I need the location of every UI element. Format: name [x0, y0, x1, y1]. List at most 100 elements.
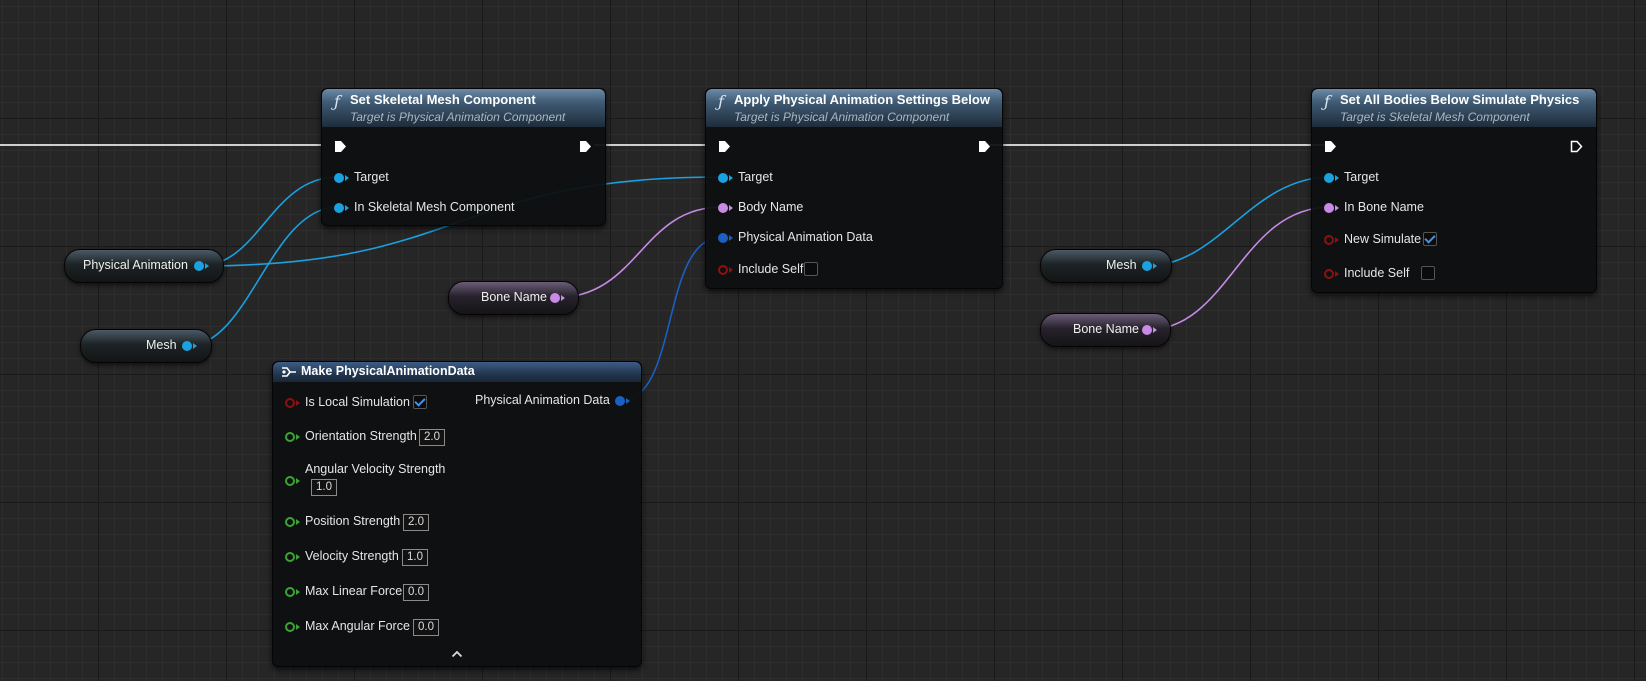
- target-pin-label: Target: [1344, 170, 1379, 184]
- in-bone-name-pin[interactable]: [1324, 203, 1334, 213]
- angular-velocity-strength-input[interactable]: 1.0: [311, 479, 337, 496]
- node-apply-physical-animation-settings[interactable]: ƒ Apply Physical Animation Settings Belo…: [705, 88, 1003, 289]
- exec-out-pin[interactable]: [978, 140, 991, 153]
- node-header[interactable]: ƒ Set All Bodies Below Simulate Physics …: [1312, 89, 1596, 127]
- pin-arrow-icon: [1153, 327, 1157, 333]
- orientation-strength-pin[interactable]: [285, 432, 295, 442]
- exec-in-pin[interactable]: [1324, 140, 1337, 153]
- function-icon: ƒ: [1324, 92, 1330, 111]
- node-header[interactable]: Make PhysicalAnimationData: [273, 362, 641, 382]
- node-title: Set All Bodies Below Simulate Physics: [1340, 92, 1580, 107]
- variable-output-pin[interactable]: [194, 261, 204, 271]
- velocity-strength-pin[interactable]: [285, 552, 295, 562]
- node-subtitle: Target is Physical Animation Component: [350, 110, 566, 124]
- include-self-checkbox[interactable]: [1421, 266, 1435, 280]
- target-pin-label: Target: [738, 170, 773, 184]
- target-pin[interactable]: [334, 173, 344, 183]
- position-strength-input[interactable]: 2.0: [403, 514, 429, 531]
- physical-animation-data-output-pin[interactable]: [615, 396, 625, 406]
- pin-arrow-icon: [296, 589, 300, 595]
- node-set-skeletal-mesh-component[interactable]: ƒ Set Skeletal Mesh Component Target is …: [321, 88, 606, 226]
- node-title: Set Skeletal Mesh Component: [350, 92, 536, 107]
- angular-velocity-strength-pin[interactable]: [285, 476, 295, 486]
- variable-bone-name[interactable]: Bone Name: [448, 281, 579, 315]
- variable-mesh[interactable]: Mesh: [80, 329, 212, 363]
- node-subtitle: Target is Physical Animation Component: [734, 110, 950, 124]
- pin-arrow-icon: [729, 235, 733, 241]
- variable-bone-name-right[interactable]: Bone Name: [1040, 313, 1171, 347]
- physical-animation-data-pin-label: Physical Animation Data: [738, 230, 873, 244]
- node-make-physical-animation-data[interactable]: Make PhysicalAnimationData Is Local Simu…: [272, 361, 642, 667]
- object-wire: [198, 176, 339, 267]
- exec-out-pin[interactable]: [579, 140, 592, 153]
- pin-arrow-icon: [626, 398, 630, 404]
- pin-arrow-icon: [729, 175, 733, 181]
- target-pin-label: Target: [354, 170, 389, 184]
- variable-label: Mesh: [146, 338, 177, 352]
- collapse-chevron-up-icon[interactable]: [451, 650, 463, 658]
- target-pin[interactable]: [718, 173, 728, 183]
- exec-in-pin[interactable]: [718, 140, 731, 153]
- node-title: Make PhysicalAnimationData: [301, 364, 475, 378]
- node-set-all-bodies-below-simulate-physics[interactable]: ƒ Set All Bodies Below Simulate Physics …: [1311, 88, 1597, 293]
- is-local-simulation-checkbox[interactable]: [413, 395, 427, 409]
- include-self-pin[interactable]: [1324, 269, 1334, 279]
- pin-arrow-icon: [345, 205, 349, 211]
- object-wire: [1145, 176, 1332, 267]
- velocity-strength-label: Velocity Strength: [305, 549, 399, 563]
- node-header[interactable]: ƒ Set Skeletal Mesh Component Target is …: [322, 89, 605, 127]
- node-subtitle: Target is Skeletal Mesh Component: [1340, 110, 1530, 124]
- pin-arrow-icon: [1335, 205, 1339, 211]
- pin-arrow-icon: [193, 343, 197, 349]
- variable-label: Bone Name: [481, 290, 548, 304]
- pin-arrow-icon: [561, 295, 565, 301]
- variable-mesh-right[interactable]: Mesh: [1040, 249, 1172, 283]
- include-self-checkbox[interactable]: [804, 262, 818, 276]
- pin-arrow-icon: [296, 478, 300, 484]
- max-linear-force-label: Max Linear Force: [305, 584, 403, 598]
- max-linear-force-input[interactable]: 0.0: [403, 584, 429, 601]
- include-self-pin[interactable]: [718, 265, 728, 275]
- exec-out-pin[interactable]: [1570, 140, 1583, 153]
- pin-arrow-icon: [729, 205, 733, 211]
- variable-output-pin[interactable]: [1142, 261, 1152, 271]
- variable-output-pin[interactable]: [1142, 325, 1152, 335]
- orientation-strength-input[interactable]: 2.0: [419, 429, 445, 446]
- exec-in-pin[interactable]: [334, 140, 347, 153]
- target-pin[interactable]: [1324, 173, 1334, 183]
- pin-arrow-icon: [205, 263, 209, 269]
- pin-arrow-icon: [296, 400, 300, 406]
- name-wire: [1145, 206, 1332, 331]
- pin-arrow-icon: [296, 519, 300, 525]
- variable-label: Mesh: [1106, 258, 1137, 272]
- is-local-simulation-pin[interactable]: [285, 398, 295, 408]
- physical-animation-data-pin[interactable]: [718, 233, 728, 243]
- include-self-pin-label: Include Self: [1344, 266, 1410, 280]
- pin-arrow-icon: [1335, 237, 1339, 243]
- variable-output-pin[interactable]: [182, 341, 192, 351]
- pin-arrow-icon: [296, 624, 300, 630]
- new-simulate-pin[interactable]: [1324, 235, 1334, 245]
- function-icon: ƒ: [334, 92, 340, 111]
- pin-arrow-icon: [1335, 175, 1339, 181]
- pin-arrow-icon: [345, 175, 349, 181]
- in-skeletal-mesh-pin[interactable]: [334, 203, 344, 213]
- orientation-strength-label: Orientation Strength: [305, 429, 417, 443]
- position-strength-pin[interactable]: [285, 517, 295, 527]
- function-icon: ƒ: [718, 92, 724, 111]
- new-simulate-checkbox[interactable]: [1423, 232, 1437, 246]
- body-name-pin-label: Body Name: [738, 200, 804, 214]
- max-angular-force-label: Max Angular Force: [305, 619, 410, 633]
- variable-physical-animation[interactable]: Physical Animation: [64, 249, 224, 283]
- max-angular-force-input[interactable]: 0.0: [413, 619, 439, 636]
- max-angular-force-pin[interactable]: [285, 622, 295, 632]
- node-header[interactable]: ƒ Apply Physical Animation Settings Belo…: [706, 89, 1002, 127]
- is-local-simulation-label: Is Local Simulation: [305, 395, 410, 409]
- max-linear-force-pin[interactable]: [285, 587, 295, 597]
- physical-animation-data-output-label: Physical Animation Data: [475, 393, 610, 407]
- node-title: Apply Physical Animation Settings Below: [734, 92, 990, 107]
- variable-output-pin[interactable]: [550, 293, 560, 303]
- velocity-strength-input[interactable]: 1.0: [402, 549, 428, 566]
- body-name-pin[interactable]: [718, 203, 728, 213]
- include-self-pin-label: Include Self: [738, 262, 804, 276]
